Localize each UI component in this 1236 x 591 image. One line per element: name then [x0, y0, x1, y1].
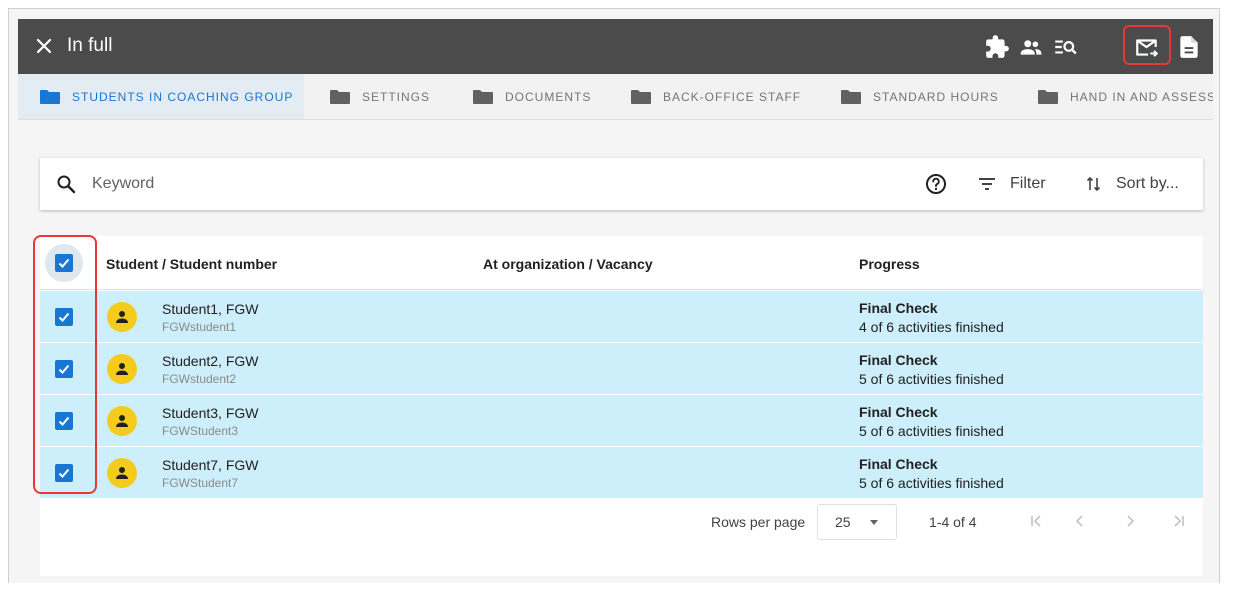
person-icon [116, 415, 128, 427]
avatar [107, 406, 137, 436]
tab-hand-in-and-assess[interactable]: HAND IN AND ASSESS [1038, 74, 1213, 119]
column-header-student[interactable]: Student / Student number [106, 256, 277, 272]
sort-icon [1086, 176, 1101, 192]
filter-label: Filter [1010, 175, 1046, 192]
page-range: 1-4 of 4 [929, 514, 977, 530]
student-number: FGWstudent2 [162, 372, 237, 386]
rows-per-page-label: Rows per page [711, 514, 806, 530]
tab-label: HAND IN AND ASSESS [1070, 90, 1213, 104]
tab-bar: STUDENTS IN COACHING GROUP SETTINGS DOCU… [18, 74, 1213, 120]
folder-icon [473, 90, 493, 104]
list-search-icon[interactable] [1052, 34, 1078, 60]
mail-icon-highlight [1123, 25, 1171, 65]
folder-icon [330, 90, 350, 104]
students-table: Student / Student number At organization… [40, 236, 1203, 576]
rows-per-page-select[interactable]: 25 [817, 504, 897, 540]
folder-icon [40, 90, 60, 104]
progress-title: Final Check [859, 404, 938, 420]
table-row[interactable]: Student1, FGW FGWstudent1 Final Check 4 … [40, 291, 1203, 343]
next-page-icon[interactable] [1119, 510, 1141, 532]
sort-label: Sort by... [1116, 175, 1179, 192]
app-bar: In full [18, 19, 1213, 74]
avatar [107, 302, 137, 332]
rows-per-page-value: 25 [835, 514, 851, 530]
tab-standard-hours[interactable]: STANDARD HOURS [841, 74, 999, 119]
tab-label: BACK-OFFICE STAFF [663, 90, 802, 104]
tab-settings[interactable]: SETTINGS [330, 74, 431, 119]
progress-detail: 5 of 6 activities finished [859, 475, 1004, 491]
tab-label: STANDARD HOURS [873, 90, 999, 104]
pagination: Rows per page 25 1-4 of 4 [40, 498, 1203, 546]
column-header-organization[interactable]: At organization / Vacancy [483, 256, 653, 272]
student-name: Student7, FGW [162, 457, 259, 473]
table-row[interactable]: Student3, FGW FGWStudent3 Final Check 5 … [40, 395, 1203, 447]
person-icon [116, 311, 128, 323]
progress-detail: 4 of 6 activities finished [859, 319, 1004, 335]
person-icon [116, 467, 128, 479]
folder-icon [841, 90, 861, 104]
student-number: FGWStudent3 [162, 424, 239, 438]
table-row[interactable]: Student2, FGW FGWstudent2 Final Check 5 … [40, 343, 1203, 395]
page-title: In full [67, 35, 113, 56]
caret-down-icon [870, 520, 878, 525]
sort-button[interactable]: Sort by... [1086, 170, 1179, 198]
table-row[interactable]: Student7, FGW FGWStudent7 Final Check 5 … [40, 447, 1203, 499]
puzzle-icon[interactable] [984, 34, 1010, 60]
folder-icon [631, 90, 651, 104]
student-name: Student2, FGW [162, 353, 259, 369]
folder-icon [1038, 90, 1058, 104]
student-name: Student3, FGW [162, 405, 259, 421]
search-input[interactable] [92, 170, 692, 198]
avatar [107, 458, 137, 488]
filter-button[interactable]: Filter [978, 170, 1046, 198]
student-number: FGWStudent7 [162, 476, 239, 490]
tab-label: DOCUMENTS [505, 90, 592, 104]
column-header-progress[interactable]: Progress [859, 256, 920, 272]
progress-detail: 5 of 6 activities finished [859, 423, 1004, 439]
progress-title: Final Check [859, 352, 938, 368]
progress-title: Final Check [859, 300, 938, 316]
search-bar: Filter Sort by... [40, 158, 1203, 210]
tab-back-office-staff[interactable]: BACK-OFFICE STAFF [631, 74, 802, 119]
search-icon [57, 175, 76, 194]
previous-page-icon[interactable] [1069, 510, 1091, 532]
tab-students-in-coaching-group[interactable]: STUDENTS IN COACHING GROUP [18, 74, 304, 119]
progress-detail: 5 of 6 activities finished [859, 371, 1004, 387]
tab-label: SETTINGS [362, 90, 431, 104]
close-icon[interactable] [34, 36, 54, 56]
people-icon[interactable] [1018, 34, 1044, 60]
progress-title: Final Check [859, 456, 938, 472]
help-icon[interactable] [925, 173, 947, 195]
table-header: Student / Student number At organization… [40, 236, 1203, 290]
checkbox-column-highlight [33, 235, 97, 494]
tab-documents[interactable]: DOCUMENTS [473, 74, 592, 119]
first-page-icon[interactable] [1025, 510, 1047, 532]
last-page-icon[interactable] [1168, 510, 1190, 532]
tab-label: STUDENTS IN COACHING GROUP [72, 90, 294, 104]
document-icon[interactable] [1176, 34, 1202, 60]
filter-icon [979, 178, 995, 190]
person-icon [116, 363, 128, 375]
student-name: Student1, FGW [162, 301, 259, 317]
student-number: FGWstudent1 [162, 320, 237, 334]
avatar [107, 354, 137, 384]
